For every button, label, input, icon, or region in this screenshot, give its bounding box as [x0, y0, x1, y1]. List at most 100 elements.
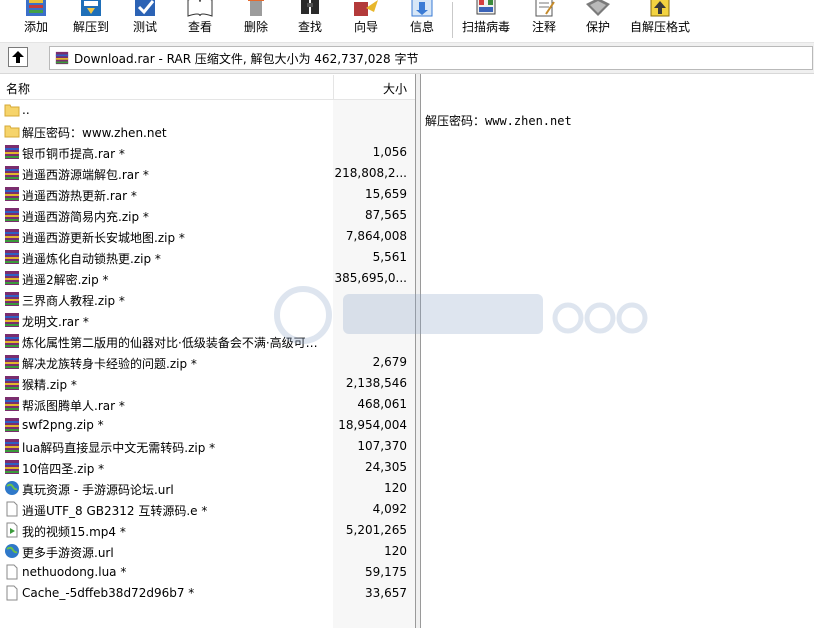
file-row[interactable]: 逍遥西游更新长安城地图.zip * 7,864,008: [0, 226, 415, 247]
file-name: 我的视频15.mp4 *: [22, 525, 126, 539]
info-icon: [411, 0, 433, 17]
view-label: 查看: [187, 20, 212, 34]
protect-icon: [586, 0, 610, 16]
file-name: ..: [22, 103, 30, 117]
rar-archive-icon: [55, 51, 69, 65]
wizard-icon: [354, 0, 378, 16]
file-name: 解压密码：www.zhen.net: [22, 126, 167, 140]
add-label: 添加: [23, 20, 48, 34]
file-name: 猴精.zip *: [22, 378, 77, 392]
file-size: 15,659: [365, 187, 407, 201]
file-row[interactable]: ..: [0, 100, 415, 121]
archive-path-text: Download.rar - RAR 压缩文件, 解包大小为 462,737,0…: [74, 51, 419, 66]
file-name: 帮派图腾单人.rar *: [22, 399, 125, 413]
virus-scan-button[interactable]: 扫描病毒: [458, 0, 514, 42]
file-row[interactable]: 银币铜币提高.rar * 1,056: [0, 142, 415, 163]
column-size-header[interactable]: 大小: [383, 80, 407, 97]
file-size: 120: [384, 481, 407, 495]
file-row[interactable]: 三界商人教程.zip *: [0, 289, 415, 310]
archive-icon: [4, 333, 20, 349]
find-icon: [301, 0, 319, 14]
file-size: 468,061: [357, 397, 407, 411]
protect-button[interactable]: 保护: [578, 0, 618, 42]
extract-to-button[interactable]: 解压到: [66, 0, 116, 42]
add-icon: [26, 0, 46, 16]
file-name: swf2png.zip *: [22, 418, 104, 432]
archive-icon: [4, 396, 20, 412]
wizard-label: 向导: [353, 20, 378, 34]
file-row[interactable]: 真玩资源 - 手游源码论坛.url 120: [0, 478, 415, 499]
file-row[interactable]: 龙明文.rar *: [0, 310, 415, 331]
file-size: 7,864,008: [345, 229, 407, 243]
sfx-button[interactable]: 自解压格式: [628, 0, 692, 42]
folder-icon: [4, 123, 20, 139]
file-name: 逍遥西游热更新.rar *: [22, 189, 137, 203]
file-name: 三界商人教程.zip *: [22, 294, 125, 308]
comment-button[interactable]: 注释: [524, 0, 564, 42]
file-icon: [4, 585, 20, 601]
file-size: 385,695,0...: [334, 271, 407, 285]
archive-icon: [4, 186, 20, 202]
file-row[interactable]: 解决龙族转身卡经验的问题.zip * 2,679: [0, 352, 415, 373]
file-row[interactable]: 炼化属性第二版用的仙器对比·低级装备会不满·高级可能...: [0, 331, 415, 352]
file-size: 5,201,265: [345, 523, 407, 537]
delete-button[interactable]: 删除: [236, 0, 276, 42]
file-row[interactable]: swf2png.zip * 18,954,004: [0, 415, 415, 436]
file-name: lua解码直接显示中文无需转码.zip *: [22, 441, 216, 455]
file-row[interactable]: Cache_-5dffeb38d72d96b7 * 33,657: [0, 583, 415, 604]
info-button[interactable]: 信息: [402, 0, 442, 42]
toolbar: 添加 解压到 测试 查看 删除 查找 向导 信息 扫描病毒 注释 保护 自解压格…: [0, 0, 814, 43]
file-size: 33,657: [365, 586, 407, 600]
file-row[interactable]: 我的视频15.mp4 * 5,201,265: [0, 520, 415, 541]
archive-icon: [4, 459, 20, 475]
extract-to-label: 解压到: [72, 20, 109, 34]
file-row[interactable]: 逍遥西游热更新.rar * 15,659: [0, 184, 415, 205]
archive-icon: [4, 165, 20, 181]
view-icon: [187, 0, 213, 17]
video-file-icon: [4, 522, 20, 538]
file-row[interactable]: 猴精.zip * 2,138,546: [0, 373, 415, 394]
toolbar-separator: [452, 2, 453, 38]
file-row[interactable]: 逍遥2解密.zip * 385,695,0...: [0, 268, 415, 289]
file-row[interactable]: 10倍四圣.zip * 24,305: [0, 457, 415, 478]
archive-icon: [4, 375, 20, 391]
wizard-button[interactable]: 向导: [346, 0, 386, 42]
test-label: 测试: [132, 20, 157, 34]
file-row[interactable]: 逍遥UTF_8 GB2312 互转源码.e * 4,092: [0, 499, 415, 520]
find-label: 查找: [297, 20, 322, 34]
address-bar: Download.rar - RAR 压缩文件, 解包大小为 462,737,0…: [0, 43, 814, 74]
delete-label: 删除: [243, 20, 268, 34]
archive-icon: [4, 312, 20, 328]
globe-icon: [4, 543, 20, 559]
view-button[interactable]: 查看: [180, 0, 220, 42]
comment-pane: 解压密码：www.zhen.net: [421, 74, 814, 628]
column-name-header[interactable]: 名称: [6, 80, 30, 97]
virus-scan-label: 扫描病毒: [461, 20, 510, 34]
file-row[interactable]: nethuodong.lua * 59,175: [0, 562, 415, 583]
up-folder-button[interactable]: [8, 47, 28, 67]
file-row[interactable]: 逍遥西游源端解包.rar * 218,808,2...: [0, 163, 415, 184]
file-size: 24,305: [365, 460, 407, 474]
file-name: 更多手游资源.url: [22, 546, 114, 560]
file-row[interactable]: lua解码直接显示中文无需转码.zip * 107,370: [0, 436, 415, 457]
file-row[interactable]: 帮派图腾单人.rar * 468,061: [0, 394, 415, 415]
file-name: 逍遥西游更新长安城地图.zip *: [22, 231, 185, 245]
file-row[interactable]: 解压密码：www.zhen.net: [0, 121, 415, 142]
test-button[interactable]: 测试: [125, 0, 165, 42]
file-rows: .. 解压密码：www.zhen.net 银币铜币提高.rar * 1,056 逍遥西游…: [0, 100, 415, 604]
archive-path-field[interactable]: Download.rar - RAR 压缩文件, 解包大小为 462,737,0…: [49, 46, 813, 70]
column-divider[interactable]: [333, 75, 334, 99]
find-button[interactable]: 查找: [290, 0, 330, 42]
file-row[interactable]: 逍遥西游简易内充.zip * 87,565: [0, 205, 415, 226]
file-icon: [4, 501, 20, 517]
file-size: 18,954,004: [338, 418, 407, 432]
file-size: 120: [384, 544, 407, 558]
file-name: 逍遥2解密.zip *: [22, 273, 109, 287]
file-size: 4,092: [372, 502, 407, 516]
test-icon: [135, 0, 155, 16]
add-button[interactable]: 添加: [16, 0, 56, 42]
up-arrow-icon: [12, 51, 24, 63]
file-row[interactable]: 更多手游资源.url 120: [0, 541, 415, 562]
file-size: 1,056: [372, 145, 407, 159]
file-row[interactable]: 逍遥炼化自动锁热更.zip * 5,561: [0, 247, 415, 268]
